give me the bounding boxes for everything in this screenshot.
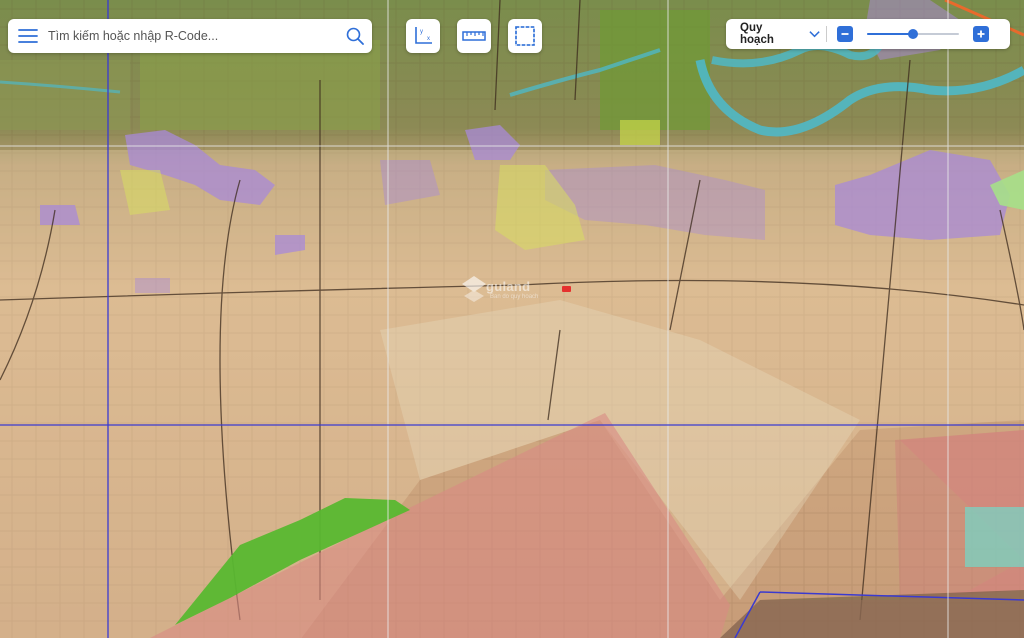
map-canvas[interactable] bbox=[0, 0, 1024, 638]
farmland bbox=[140, 40, 380, 130]
location-marker[interactable] bbox=[562, 286, 571, 292]
opacity-slider[interactable] bbox=[867, 26, 959, 42]
chevron-down-icon bbox=[809, 31, 820, 38]
search-button[interactable] bbox=[338, 19, 372, 53]
opacity-decrease-button[interactable] bbox=[837, 26, 853, 42]
coordinate-tool-button[interactable]: y x bbox=[406, 19, 440, 53]
layer-dropdown-label: Quy hoạch bbox=[740, 22, 774, 46]
search-input[interactable] bbox=[48, 29, 338, 43]
svg-text:y: y bbox=[420, 29, 423, 35]
plus-icon bbox=[977, 30, 985, 38]
menu-button[interactable] bbox=[8, 19, 48, 53]
search-bar bbox=[8, 19, 372, 53]
farmland bbox=[620, 120, 660, 145]
measure-tool-button[interactable] bbox=[457, 19, 491, 53]
ruler-icon bbox=[462, 31, 486, 41]
watermark-text: guland bbox=[486, 279, 531, 294]
dashed-square-icon bbox=[515, 26, 535, 46]
hamburger-menu-icon bbox=[18, 29, 38, 43]
svg-text:x: x bbox=[427, 36, 430, 42]
layer-dropdown[interactable]: Quy hoạch bbox=[726, 19, 820, 49]
zone-teal bbox=[965, 507, 1024, 567]
farmland bbox=[0, 60, 130, 130]
minus-icon bbox=[841, 33, 849, 35]
farmland bbox=[600, 10, 710, 130]
slider-fill bbox=[867, 33, 913, 35]
slider-thumb[interactable] bbox=[908, 29, 918, 39]
opacity-increase-button[interactable] bbox=[973, 26, 989, 42]
search-icon bbox=[346, 27, 364, 45]
xy-axis-icon: y x bbox=[415, 27, 432, 44]
layer-control: Quy hoạch bbox=[726, 19, 1010, 49]
watermark-subtext: Ban do quy hoach bbox=[490, 294, 539, 300]
divider bbox=[826, 26, 827, 42]
area-tool-button[interactable] bbox=[508, 19, 542, 53]
